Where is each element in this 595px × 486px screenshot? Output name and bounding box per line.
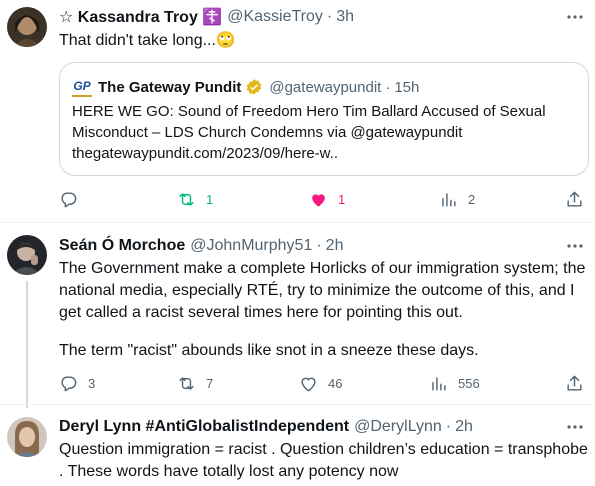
handle[interactable]: @KassieTroy <box>227 8 323 26</box>
avatar[interactable] <box>7 7 47 47</box>
tweet-text: That didn't take long...🙄 <box>59 32 236 49</box>
timestamp[interactable]: 3h <box>336 8 354 26</box>
views-button[interactable]: 556 <box>429 372 480 394</box>
separator-dot: · <box>385 78 391 96</box>
share-button[interactable] <box>565 372 584 394</box>
thread-line <box>26 281 28 408</box>
retweet-icon <box>179 192 194 206</box>
quote-timestamp: 15h <box>394 78 420 96</box>
retweet-count: 1 <box>206 191 214 207</box>
action-bar: 3 7 46 556 <box>59 372 589 394</box>
avatar[interactable] <box>7 235 47 275</box>
retweet-button[interactable]: 1 <box>177 188 213 210</box>
tweet-text: The Government make a complete Horlicks … <box>59 260 586 321</box>
share-icon <box>567 375 582 391</box>
divider <box>0 404 595 405</box>
separator-dot: · <box>445 418 452 435</box>
retweet-count: 7 <box>206 375 214 391</box>
display-name[interactable]: ☆ Kassandra Troy ☦️ <box>59 7 222 27</box>
reply-button[interactable] <box>59 188 78 210</box>
like-icon <box>301 377 316 391</box>
timestamp[interactable]: 2h <box>455 418 473 436</box>
tweet-header: ☆ Kassandra Troy ☦️ @KassieTroy · 3h <box>59 7 354 27</box>
avatar[interactable] <box>7 417 47 457</box>
views-count: 556 <box>458 375 480 391</box>
like-icon <box>312 193 325 207</box>
gateway-pundit-logo: GP <box>72 77 92 97</box>
handle[interactable]: @DerylLynn <box>354 418 442 436</box>
quote-handle: @gatewaypundit <box>269 78 382 96</box>
quote-header: GP The Gateway Pundit @gatewaypundit · 1… <box>72 77 419 97</box>
tweet-header: Deryl Lynn #AntiGlobalistIndependent @De… <box>59 417 473 437</box>
action-bar: 1 1 2 <box>59 188 589 210</box>
separator-dot: · <box>316 237 322 254</box>
like-button[interactable]: 1 <box>309 188 345 210</box>
like-count: 1 <box>338 191 346 207</box>
timestamp[interactable]: 2h <box>326 237 344 255</box>
handle[interactable]: @JohnMurphy51 <box>190 237 312 255</box>
share-icon <box>567 191 582 207</box>
more-icon[interactable] <box>563 236 587 256</box>
views-count: 2 <box>468 191 476 207</box>
quoted-tweet[interactable]: GP The Gateway Pundit @gatewaypundit · 1… <box>59 62 589 176</box>
share-button[interactable] <box>565 188 584 210</box>
quote-text: HERE WE GO: Sound of Freedom Hero Tim Ba… <box>72 103 546 162</box>
like-button[interactable]: 46 <box>299 372 342 394</box>
quote-display-name: The Gateway Pundit <box>98 78 242 96</box>
reply-icon <box>61 375 77 391</box>
reply-button[interactable]: 3 <box>59 372 95 394</box>
display-name[interactable]: Seán Ó Morchoe <box>59 237 185 255</box>
more-icon[interactable] <box>563 7 587 27</box>
reply-icon <box>61 191 77 207</box>
more-icon[interactable] <box>563 417 587 437</box>
reply-count: 3 <box>88 375 96 391</box>
retweet-icon <box>179 376 194 390</box>
tweet-text-paragraph-2: The term "racist" abounds like snot in a… <box>59 342 479 359</box>
separator-dot: · <box>326 8 333 25</box>
tweet-header: Seán Ó Morchoe @JohnMurphy51 · 2h <box>59 236 343 256</box>
tweet-text: Question immigration = racist . Question… <box>59 441 588 480</box>
views-button[interactable]: 2 <box>439 188 475 210</box>
views-icon <box>442 192 456 207</box>
retweet-button[interactable]: 7 <box>177 372 213 394</box>
display-name[interactable]: Deryl Lynn #AntiGlobalistIndependent <box>59 418 349 436</box>
verified-gold-icon <box>245 78 263 96</box>
like-count: 46 <box>328 375 343 391</box>
views-icon <box>432 376 446 391</box>
divider <box>0 222 595 223</box>
